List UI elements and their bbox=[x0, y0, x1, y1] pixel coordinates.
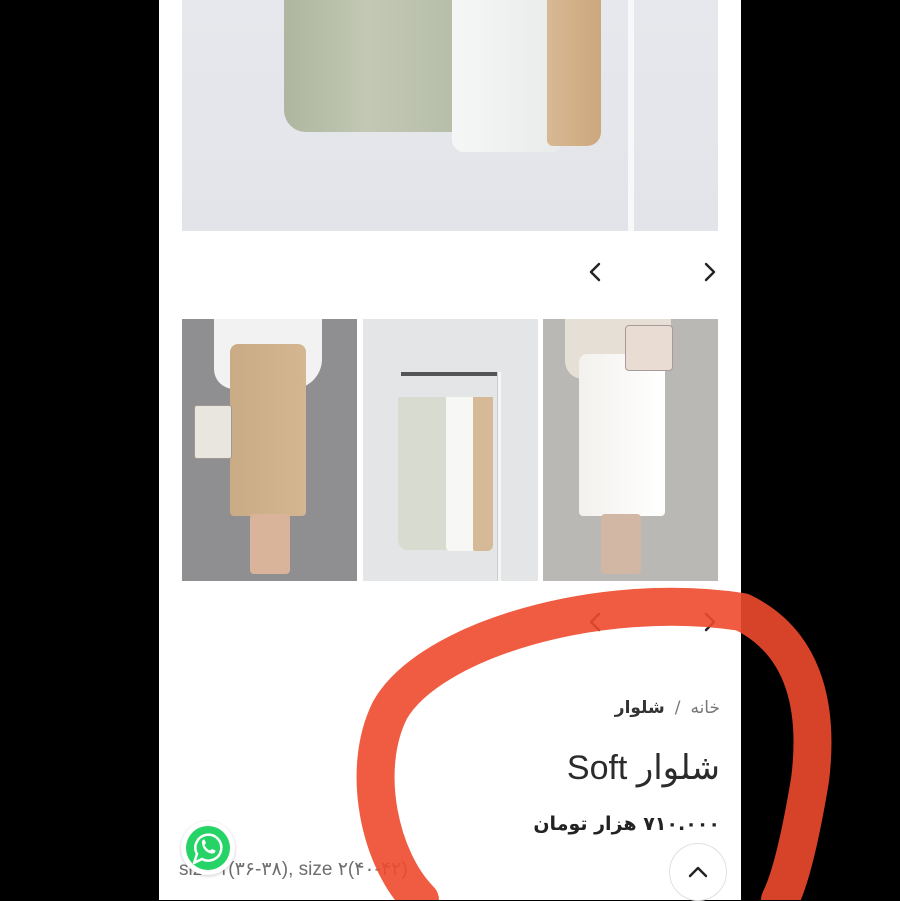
breadcrumb-home-link[interactable]: خانه bbox=[690, 698, 720, 718]
breadcrumb: خانه / شلوار bbox=[615, 698, 720, 718]
thumb-gallery-next-button[interactable] bbox=[696, 608, 724, 636]
main-gallery-prev-button[interactable] bbox=[581, 258, 609, 286]
leg-shape bbox=[250, 514, 290, 574]
main-gallery-next-button[interactable] bbox=[696, 258, 724, 286]
pant-shape bbox=[579, 354, 665, 516]
thumbnail-beige-model[interactable] bbox=[182, 319, 357, 581]
scroll-to-top-button[interactable] bbox=[669, 843, 727, 901]
chevron-left-icon bbox=[589, 612, 601, 632]
product-page: خانه / شلوار شلوار Soft ۷۱۰.۰۰۰ هزار توم… bbox=[159, 0, 741, 900]
product-price: ۷۱۰.۰۰۰ هزار تومان bbox=[533, 813, 720, 835]
main-product-image[interactable] bbox=[182, 0, 718, 231]
chevron-up-icon bbox=[688, 866, 708, 878]
pant-shape bbox=[398, 397, 453, 550]
thumbnail-hanger-pants[interactable] bbox=[363, 319, 538, 581]
bag-shape bbox=[194, 405, 232, 459]
white-pants-shape bbox=[452, 0, 562, 152]
breadcrumb-current: شلوار bbox=[614, 698, 665, 718]
thumbnail-white-model[interactable] bbox=[543, 319, 718, 581]
thumb-gallery-prev-button[interactable] bbox=[581, 608, 609, 636]
chevron-right-icon bbox=[704, 262, 716, 282]
product-title: شلوار Soft bbox=[566, 749, 720, 787]
green-pants-shape bbox=[284, 0, 472, 132]
whatsapp-button[interactable] bbox=[181, 821, 235, 875]
breadcrumb-separator: / bbox=[674, 698, 681, 718]
beige-pants-shape bbox=[547, 0, 601, 146]
whatsapp-icon bbox=[186, 826, 230, 870]
rail-shape bbox=[401, 372, 501, 376]
frame-shape bbox=[497, 372, 501, 581]
leg-shape bbox=[601, 514, 641, 574]
chevron-right-icon bbox=[704, 612, 716, 632]
rack-pole-shape bbox=[628, 0, 634, 231]
bag-shape bbox=[625, 325, 673, 371]
pant-shape bbox=[473, 397, 493, 551]
chevron-left-icon bbox=[589, 262, 601, 282]
pant-shape bbox=[230, 344, 306, 516]
